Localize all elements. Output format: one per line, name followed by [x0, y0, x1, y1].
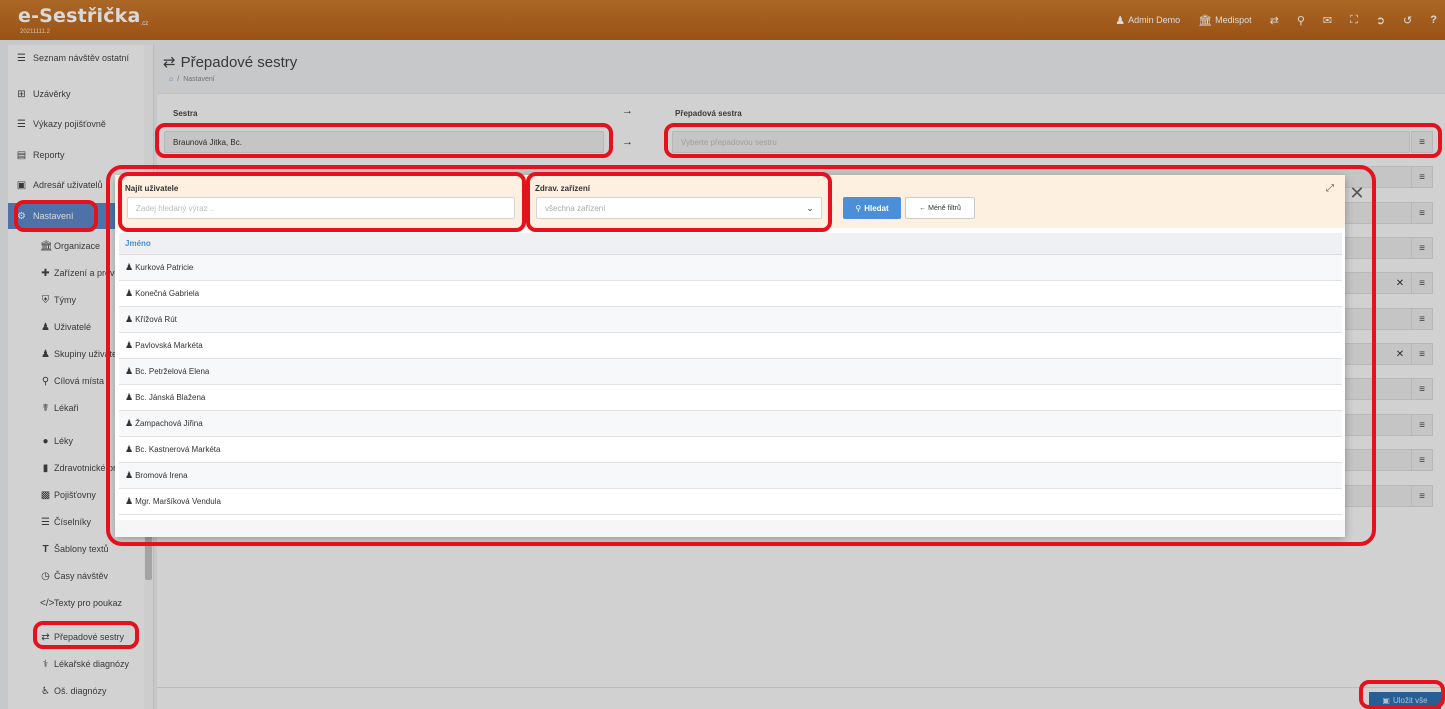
collapse-icon[interactable]: ⤢: [1326, 183, 1334, 194]
table-row[interactable]: ♟ Bromová Irena: [119, 463, 1342, 489]
facility-select[interactable]: všechna zařízení ⌄: [536, 197, 822, 219]
user-icon: ♟: [125, 418, 134, 428]
modal-footer-strip: [115, 520, 1345, 537]
arrow-left-icon: ←: [919, 204, 927, 212]
search-icon: ⚲: [855, 203, 862, 213]
user-icon: ♟: [125, 340, 134, 350]
user-icon: ♟: [125, 366, 134, 376]
user-icon: ♟: [125, 262, 134, 272]
find-user-label: Najít uživatele: [125, 184, 179, 193]
table-row[interactable]: ♟ Bc. Kastnerová Markéta: [119, 437, 1342, 463]
facility-label: Zdrav. zařízení: [535, 184, 590, 193]
search-button[interactable]: ⚲ Hledat: [843, 197, 901, 219]
user-name: Bromová Irena: [135, 471, 188, 480]
user-icon: ♟: [125, 444, 134, 454]
table-row[interactable]: ♟ Křížová Rút: [119, 307, 1342, 333]
user-icon: ♟: [125, 496, 134, 506]
table-row[interactable]: ♟ Bc. Petrželová Elena: [119, 359, 1342, 385]
table-row[interactable]: ♟ Pavlovská Markéta: [119, 333, 1342, 359]
user-name: Pavlovská Markéta: [135, 341, 203, 350]
user-name: Kurková Patricie: [135, 263, 194, 272]
user-name: Bc. Petrželová Elena: [135, 367, 210, 376]
table-row[interactable]: ♟ Bc. Jánská Blažena: [119, 385, 1342, 411]
less-filters-label: Méně filtrů: [928, 204, 961, 212]
user-table: Jméno ♟ Kurková Patricie ♟ Konečná Gabriel…: [119, 233, 1342, 515]
user-name: Bc. Jánská Blažena: [135, 393, 206, 402]
table-row[interactable]: ♟ Kurková Patricie: [119, 255, 1342, 281]
table-row[interactable]: ♟ Mgr. Maršíková Vendula: [119, 489, 1342, 515]
find-user-input[interactable]: Zadej hledaný výraz ..: [127, 197, 515, 219]
user-table-body: ♟ Kurková Patricie ♟ Konečná Gabriela ♟ Kří…: [119, 255, 1342, 515]
user-icon: ♟: [125, 314, 134, 324]
search-button-label: Hledat: [864, 203, 889, 213]
close-icon[interactable]: ✕: [1346, 182, 1368, 204]
column-header-name[interactable]: Jméno: [119, 233, 1342, 255]
user-icon: ♟: [125, 470, 134, 480]
user-picker-modal: Najít uživatele Zadej hledaný výraz .. Z…: [115, 175, 1345, 537]
user-name: Křížová Rút: [135, 315, 177, 324]
user-name: Mgr. Maršíková Vendula: [135, 497, 221, 506]
user-icon: ♟: [125, 392, 134, 402]
user-name: Bc. Kastnerová Markéta: [135, 445, 221, 454]
table-row[interactable]: ♟ Konečná Gabriela: [119, 281, 1342, 307]
user-name: Žampachová Jiřina: [135, 419, 203, 428]
filter-bar: Najít uživatele Zadej hledaný výraz .. Z…: [115, 175, 1345, 228]
less-filters-button[interactable]: ← Méně filtrů: [905, 197, 975, 219]
user-icon: ♟: [125, 288, 134, 298]
facility-select-value: všechna zařízení: [545, 203, 606, 213]
user-name: Konečná Gabriela: [135, 289, 200, 298]
chevron-down-icon: ⌄: [806, 202, 814, 213]
table-row[interactable]: ♟ Žampachová Jiřina: [119, 411, 1342, 437]
